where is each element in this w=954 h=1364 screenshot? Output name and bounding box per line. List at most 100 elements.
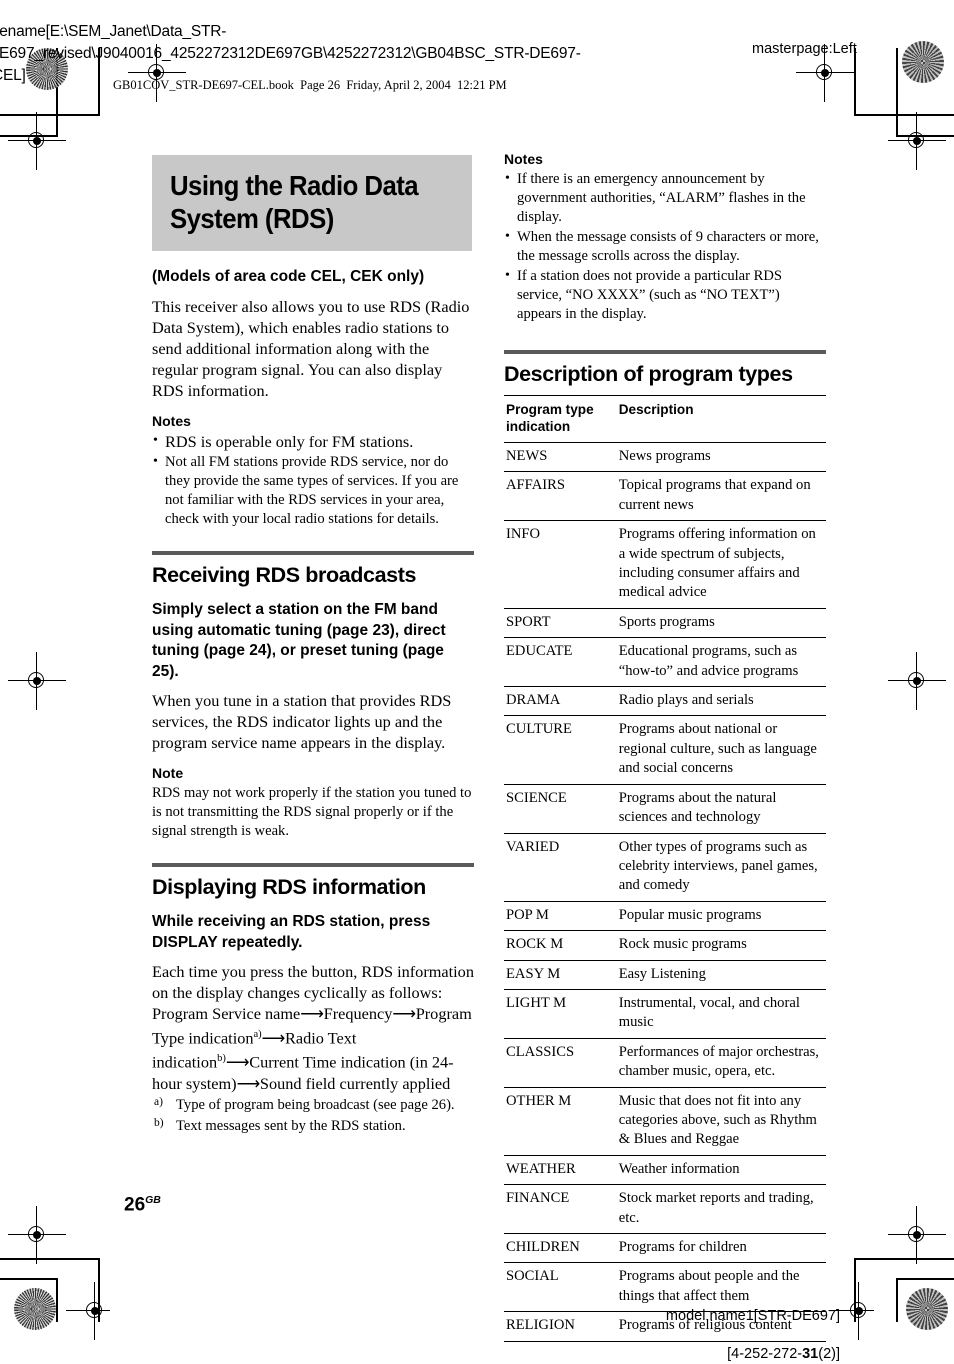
file-path-line-2: DE697_revised\J9040016_4252272312DE697GB… [0, 45, 581, 62]
footnote-ref-a: a) [253, 1029, 262, 1040]
cycle-arrow-icon: ⟶ [300, 1004, 324, 1023]
trim-line [896, 1278, 954, 1280]
footnote-b-marker: b) [154, 1117, 164, 1130]
page-number-suffix: GB [145, 1194, 161, 1206]
cell-program-type: VARIED [504, 833, 617, 902]
cell-description: Easy Listening [616, 960, 826, 990]
table-row: WEATHER Weather information [504, 1155, 826, 1186]
cell-program-type: AFFAIRS [504, 471, 617, 522]
section-rule [152, 551, 474, 555]
table-row: LIGHT M Instrumental, vocal, and choral m… [504, 989, 826, 1039]
right-column: Notes If there is an emergency announcem… [504, 150, 826, 1342]
cell-description: Stock market reports and trading, etc. [616, 1184, 826, 1234]
trim-line [56, 1278, 58, 1322]
table-row: SOCIAL Programs about people and the thin… [504, 1262, 826, 1313]
file-path-slug: lename[E:\SEM_Janet\Data_STR- [0, 21, 226, 43]
displaying-rds-heading: Displaying RDS information [152, 875, 426, 899]
cell-program-type: ROCK M [504, 930, 617, 961]
section-rule [504, 350, 826, 354]
file-path-slug: CEL] [0, 65, 26, 87]
table-row: NEWS News programs [504, 442, 826, 473]
trim-line [0, 1258, 100, 1260]
cycle-step-2: Frequency [323, 1004, 393, 1023]
trim-line [0, 1278, 58, 1280]
table-row: DRAMA Radio plays and serials [504, 686, 826, 717]
cell-program-type: FINANCE [504, 1184, 617, 1234]
note-item: RDS is operable only for FM stations. [152, 431, 474, 453]
receiving-bold-lead: Simply select a station on the FM band u… [152, 601, 446, 680]
table-row: INFO Programs offering information on a w… [504, 520, 826, 609]
note-item: When the message consists of 9 character… [504, 227, 826, 266]
table-header-row: Program type indication Description [504, 395, 826, 443]
footnote-ref-b: b) [217, 1053, 226, 1065]
cell-program-type: INFO [504, 520, 617, 609]
display-cycle-sequence: Program Service name⟶Frequency⟶Program T… [152, 1003, 474, 1094]
section-rule [152, 863, 474, 867]
registration-mark [830, 1282, 874, 1340]
models-subtitle: (Models of area code CEL, CEK only) [152, 268, 425, 285]
cell-description: Radio plays and serials [616, 686, 826, 717]
intro-paragraph: This receiver also allows you to use RDS… [152, 296, 470, 400]
trim-line [0, 114, 100, 116]
table-row: POP M Popular music programs [504, 901, 826, 932]
cell-program-type: POP M [504, 901, 617, 932]
cell-description: Programs for children [616, 1233, 826, 1264]
cell-description: Performances of major orchestras, chambe… [616, 1038, 826, 1088]
page-number: 26GB [124, 1194, 161, 1216]
color-rosette-mark [902, 41, 944, 83]
note-item: If there is an emergency announcement by… [504, 169, 826, 227]
masterpage-label: masterpage:Left [752, 41, 857, 57]
cell-description: Weather information [616, 1155, 826, 1186]
cell-program-type: NEWS [504, 442, 617, 473]
footer-part-code: [4-252-272-31(2)] [540, 1330, 840, 1364]
cell-program-type: CULTURE [504, 715, 617, 785]
cell-description: Educational programs, such as “how-to” a… [616, 637, 826, 688]
program-types-table: Program type indication Description NEWS… [504, 395, 826, 1342]
note-body: RDS may not work properly if the station… [152, 785, 472, 839]
table-row: OTHER M Music that does not fit into any … [504, 1087, 826, 1156]
notes-list: RDS is operable only for FM stations. No… [152, 431, 474, 530]
table-row: FINANCE Stock market reports and trading,… [504, 1184, 826, 1234]
trim-line [896, 1278, 898, 1322]
color-rosette-mark [906, 1288, 948, 1330]
table-row: CLASSICS Performances of major orchestras… [504, 1038, 826, 1088]
note-item: Not all FM stations provide RDS service,… [152, 452, 474, 529]
cell-description: Programs about the natural sciences and … [616, 784, 826, 834]
cell-program-type: CHILDREN [504, 1233, 617, 1264]
cell-program-type: DRAMA [504, 686, 617, 717]
note-item: If a station does not provide a particul… [504, 266, 826, 324]
footer-code-suffix: (2)] [818, 1346, 840, 1362]
displaying-body: Each time you press the button, RDS info… [152, 962, 474, 1002]
color-rosette-mark [14, 1288, 56, 1330]
footnote-a-marker: a) [154, 1095, 163, 1108]
footnote-b: b) Text messages sent by the RDS station. [152, 1117, 474, 1137]
cell-program-type: EASY M [504, 960, 617, 990]
table-row: VARIED Other types of programs such as ce… [504, 833, 826, 902]
trim-line [854, 1258, 954, 1260]
registration-mark [888, 112, 946, 170]
table-row: SPORT Sports programs [504, 608, 826, 639]
receiving-rds-heading: Receiving RDS broadcasts [152, 563, 417, 587]
column-header-program-type: Program type indication [504, 395, 617, 443]
table-body: NEWS News programs AFFAIRS Topical program… [504, 442, 826, 1342]
cell-description: Topical programs that expand on current … [616, 471, 826, 522]
trim-line [854, 48, 856, 115]
table-row: ROCK M Rock music programs [504, 930, 826, 961]
document-page: lename[E:\SEM_Janet\Data_STR- DE697_revi… [0, 0, 954, 1364]
table-row: CULTURE Programs about national or region… [504, 715, 826, 785]
trim-line [854, 114, 954, 116]
cell-program-type: EDUCATE [504, 637, 617, 688]
cycle-step-1: Program Service name [152, 1004, 301, 1023]
receiving-body: When you tune in a station that provides… [152, 691, 452, 752]
file-path-slug: DE697_revised\J9040016_4252272312DE697GB… [0, 43, 581, 65]
footer-code-prefix: [4-252-272- [727, 1346, 803, 1362]
notes-list: If there is an emergency announcement by… [504, 169, 826, 324]
file-path-line-3: CEL] [0, 67, 26, 84]
cycle-step-6: Sound field currently applied [259, 1073, 451, 1093]
footer-model-name: model name1[STR-DE697] [665, 1308, 840, 1324]
program-types-section: Description of program types Program typ… [504, 350, 826, 1342]
trim-line [896, 48, 898, 136]
file-path-line-1: lename[E:\SEM_Janet\Data_STR- [0, 23, 227, 40]
footnote-a: a) Type of program being broadcast (see p… [152, 1096, 474, 1116]
cell-program-type: SPORT [504, 608, 617, 639]
